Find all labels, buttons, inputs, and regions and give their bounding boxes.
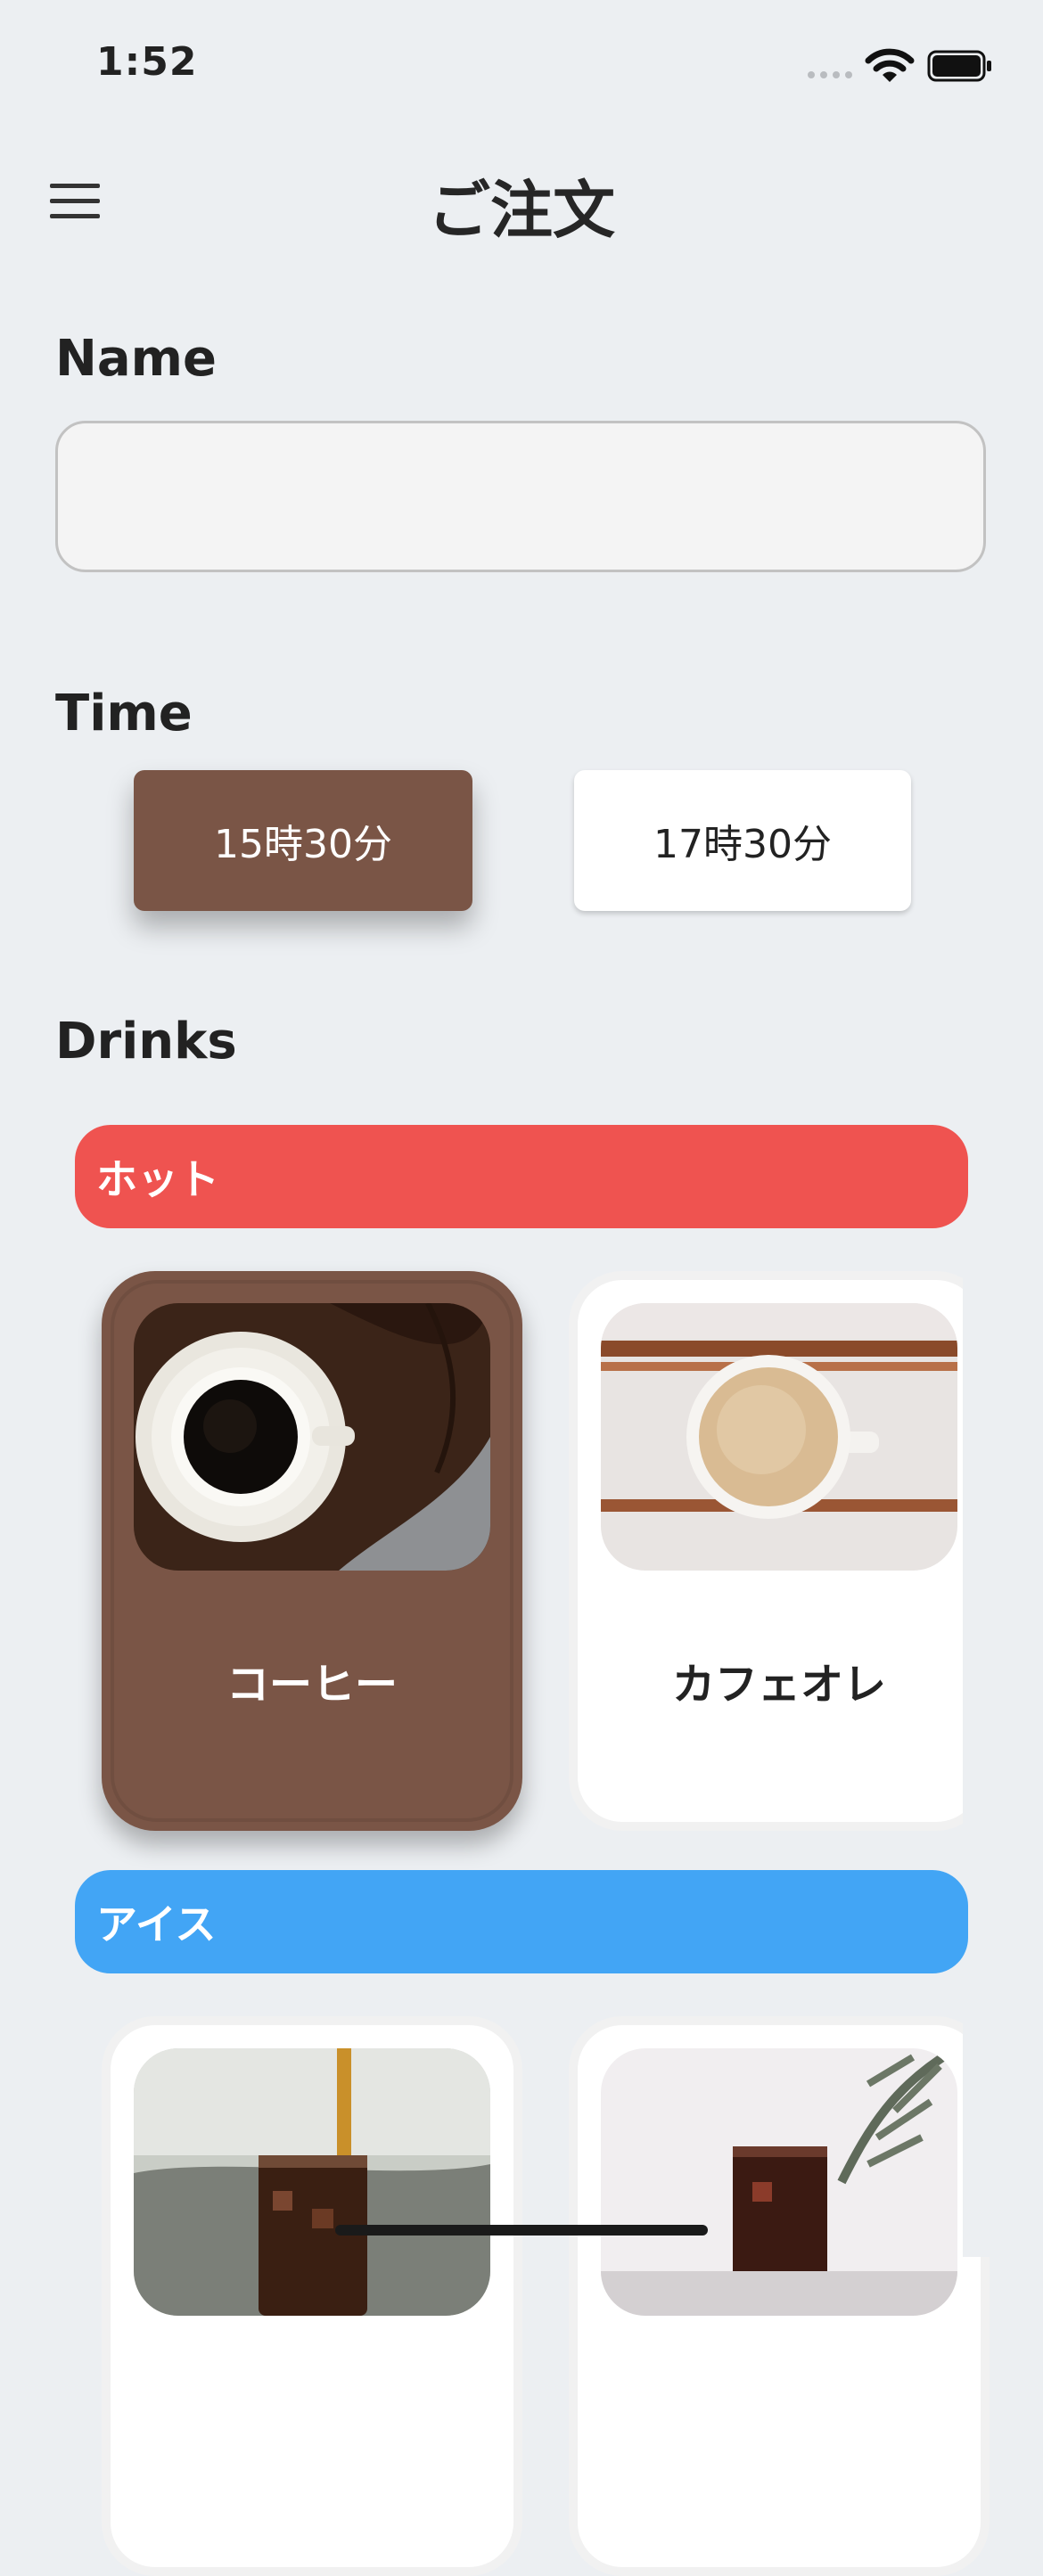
- time-label: Time: [55, 685, 193, 742]
- category-hot: ホット: [75, 1125, 968, 1228]
- wifi-icon: [865, 48, 915, 82]
- iced-coffee-pour-image: [134, 2048, 490, 2316]
- time-option-1530[interactable]: 15時30分: [134, 770, 472, 911]
- iced-drink-palm-image: [601, 2048, 957, 2316]
- time-option-1730[interactable]: 17時30分: [574, 770, 911, 911]
- status-time: 1:52: [96, 39, 198, 85]
- drink-name-cafe-au-lait: カフェオレ: [671, 1660, 886, 1710]
- drink-card-iced-2[interactable]: [569, 2016, 990, 2576]
- category-ice: アイス: [75, 1870, 968, 1973]
- drink-name-coffee: コーヒー: [226, 1660, 398, 1710]
- battery-icon: [927, 50, 991, 82]
- name-label: Name: [55, 330, 217, 388]
- drinks-label: Drinks: [55, 1013, 237, 1071]
- drink-card-coffee[interactable]: コーヒー: [102, 1271, 522, 1831]
- drink-card-iced-1[interactable]: [102, 2016, 522, 2576]
- page-title: ご注文: [428, 174, 615, 247]
- cellular-signal-icon: [808, 71, 852, 78]
- drink-card-cafe-au-lait[interactable]: カフェオレ: [569, 1271, 990, 1831]
- name-input[interactable]: [55, 421, 986, 572]
- scroll-clip: [963, 1266, 1043, 1845]
- scroll-clip-2: [963, 2014, 1043, 2257]
- cafe-au-lait-image: [601, 1303, 957, 1571]
- coffee-cup-image: [134, 1303, 490, 1571]
- home-indicator[interactable]: [335, 2225, 708, 2236]
